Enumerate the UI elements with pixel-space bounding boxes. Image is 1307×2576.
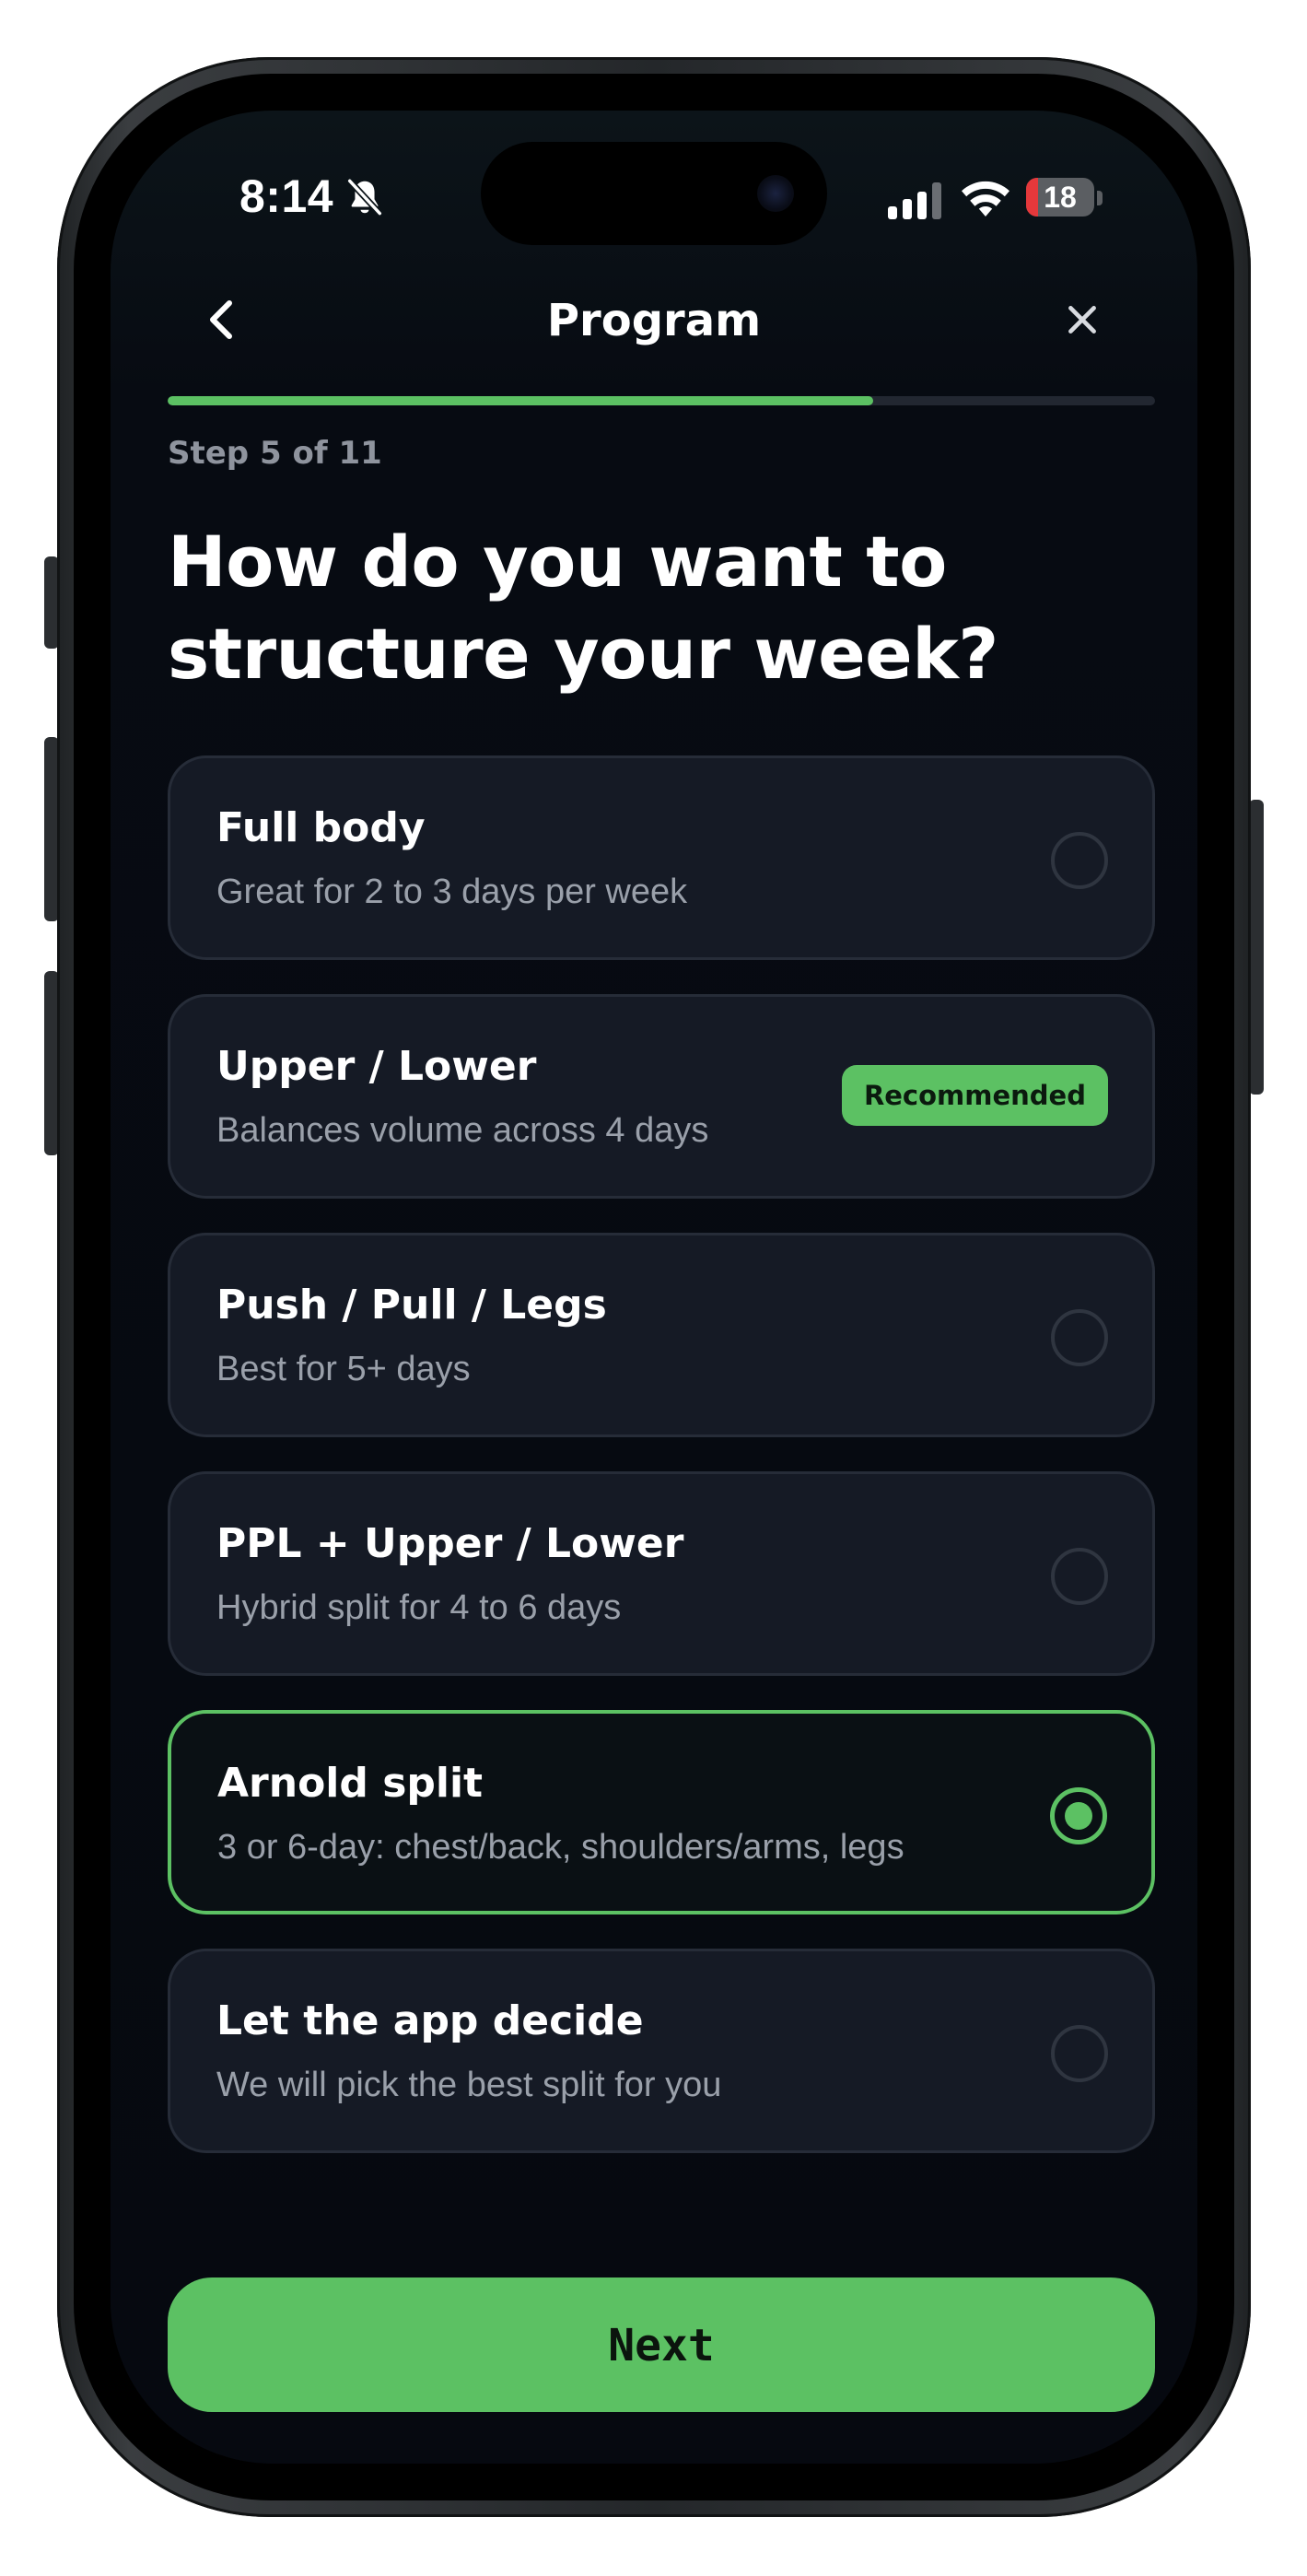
dynamic-island: [481, 142, 827, 245]
close-button[interactable]: [1050, 287, 1114, 352]
progress-bar: [168, 396, 1155, 405]
next-button[interactable]: Next: [168, 2277, 1155, 2412]
option-subtitle: Best for 5+ days: [216, 1350, 471, 1388]
option-subtitle: Balances volume across 4 days: [216, 1111, 709, 1150]
option-title: Full body: [216, 804, 426, 851]
chevron-left-icon: [210, 300, 232, 339]
option-subtitle: 3 or 6-day: chest/back, shoulders/arms, …: [217, 1828, 904, 1867]
option-subtitle: Hybrid split for 4 to 6 days: [216, 1588, 622, 1627]
split-options-list: Full body Great for 2 to 3 days per week…: [168, 755, 1155, 2187]
radio-dot: [1065, 1802, 1092, 1830]
option-subtitle: We will pick the best split for you: [216, 2066, 722, 2104]
option-arnold-split[interactable]: Arnold split 3 or 6-day: chest/back, sho…: [168, 1710, 1155, 1914]
option-title: Upper / Lower: [216, 1043, 537, 1090]
bell-slash-icon: [346, 177, 383, 217]
battery-percentage: 18: [1044, 181, 1077, 214]
back-button[interactable]: [190, 287, 254, 352]
app-screen: 8:14 18 Program Step 5 of 11 How do you …: [111, 111, 1197, 2464]
option-title: Let the app decide: [216, 1997, 644, 2044]
radio-button[interactable]: [1051, 832, 1108, 889]
status-time: 8:14: [239, 170, 334, 222]
wifi-icon: [962, 181, 1009, 217]
option-let-app-decide[interactable]: Let the app decide We will pick the best…: [168, 1949, 1155, 2153]
recommended-badge: Recommended: [841, 1065, 1108, 1126]
close-icon: [1068, 306, 1096, 334]
option-ppl-upper-lower[interactable]: PPL + Upper / Lower Hybrid split for 4 t…: [168, 1471, 1155, 1676]
option-upper-lower[interactable]: Upper / Lower Balances volume across 4 d…: [168, 994, 1155, 1199]
option-subtitle: Great for 2 to 3 days per week: [216, 872, 688, 911]
radio-button[interactable]: [1051, 2025, 1108, 2082]
option-full-body[interactable]: Full body Great for 2 to 3 days per week: [168, 755, 1155, 960]
option-title: Arnold split: [217, 1760, 484, 1807]
camera-icon: [757, 175, 794, 212]
option-title: Push / Pull / Legs: [216, 1282, 607, 1329]
option-title: PPL + Upper / Lower: [216, 1520, 684, 1567]
device-canvas: 8:14 18 Program Step 5 of 11 How do you …: [0, 0, 1307, 2576]
step-indicator: Step 5 of 11: [168, 435, 382, 472]
cellular-signal-icon: [888, 182, 941, 219]
radio-button-selected[interactable]: [1050, 1787, 1107, 1844]
radio-button[interactable]: [1051, 1548, 1108, 1605]
progress-bar-fill: [168, 396, 873, 405]
battery-icon: 18: [1026, 178, 1094, 217]
page-title: Program: [546, 295, 762, 346]
power-button: [1249, 800, 1264, 1095]
option-push-pull-legs[interactable]: Push / Pull / Legs Best for 5+ days: [168, 1233, 1155, 1437]
question-heading: How do you want to structure your week?: [168, 521, 998, 695]
battery-cap: [1097, 191, 1103, 205]
radio-button[interactable]: [1051, 1309, 1108, 1366]
